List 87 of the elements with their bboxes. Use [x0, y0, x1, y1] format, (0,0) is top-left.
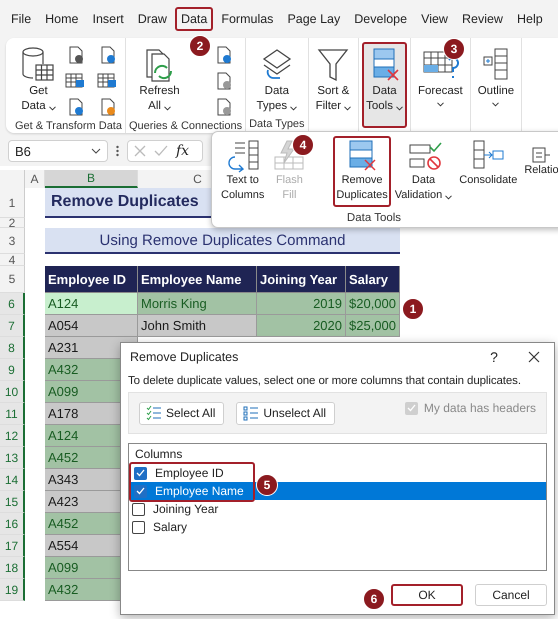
row-number: 1: [0, 188, 25, 218]
row-number: 3: [0, 228, 25, 254]
row-number: 2: [0, 218, 25, 228]
document-icon: [66, 98, 85, 116]
column-heading: Joining Year: [257, 266, 346, 293]
row-number: 13: [0, 447, 25, 469]
more-icon[interactable]: [116, 145, 119, 157]
row-number: 17: [0, 535, 25, 557]
row-number: 10: [0, 381, 25, 403]
checkbox[interactable]: [132, 520, 145, 534]
check-icon[interactable]: [154, 145, 168, 157]
table-icon: [96, 72, 119, 90]
document-icon: [214, 98, 233, 116]
column-header[interactable]: B: [45, 170, 138, 188]
group-label: Data Types: [249, 118, 305, 132]
ribbon-button[interactable]: Data Types: [252, 42, 302, 118]
table-cell: 2019: [257, 293, 346, 315]
column-heading: Employee ID: [45, 266, 138, 293]
row-number: 11: [0, 403, 25, 425]
ribbon-button[interactable]: Remove Duplicates: [333, 136, 391, 207]
ribbon-button[interactable]: Get Data: [17, 42, 60, 118]
table-icon: [64, 72, 87, 90]
column-header[interactable]: A: [25, 170, 45, 188]
menu-tab[interactable]: Data: [174, 7, 214, 31]
row-number: 8: [0, 337, 25, 359]
ribbon-button[interactable]: Sort & Filter: [312, 42, 356, 118]
menu-tab[interactable]: Home: [39, 7, 84, 31]
list-item[interactable]: Employee Name: [131, 482, 253, 500]
menu-tab[interactable]: Help: [510, 7, 549, 31]
column-heading: Employee Name: [138, 266, 257, 293]
caret-icon: [91, 148, 101, 154]
table-cell: John Smith: [138, 315, 257, 337]
row-number: 14: [0, 469, 25, 491]
select-all-button[interactable]: Select All: [139, 402, 224, 424]
row-number: 18: [0, 557, 25, 579]
row-number: 16: [0, 513, 25, 535]
cancel-button[interactable]: Cancel: [475, 584, 547, 606]
name-box[interactable]: B6: [8, 140, 108, 162]
table-cell: $25,000: [346, 315, 400, 337]
help-button[interactable]: ?: [474, 349, 514, 365]
document-icon: [98, 98, 117, 116]
ribbon-button[interactable]: Refresh All: [135, 42, 184, 118]
checkbox[interactable]: [134, 466, 147, 480]
menu-tab[interactable]: Page Lay: [281, 7, 346, 31]
menu-tab[interactable]: View: [415, 7, 454, 31]
document-icon: [214, 72, 233, 90]
document-icon: [214, 46, 233, 64]
column-heading: Salary: [346, 266, 400, 293]
list-icon: [243, 405, 260, 421]
menu-tab[interactable]: File: [5, 7, 38, 31]
ribbon-button[interactable]: Consolidate: [456, 136, 520, 192]
sheet-subtitle: Using Remove Duplicates Command: [45, 228, 400, 254]
ribbon-button[interactable]: Relatio: [521, 136, 558, 182]
group-label: Queries & Connections: [128, 120, 242, 133]
document-icon: [66, 46, 85, 64]
table-cell: A124: [45, 293, 138, 315]
menu-tab[interactable]: Insert: [86, 7, 130, 31]
menu-tab[interactable]: Draw: [132, 7, 173, 31]
step-badge: 1: [402, 298, 424, 320]
menu-tab[interactable]: Develope: [348, 7, 414, 31]
row-number: 19: [0, 579, 25, 601]
ribbon-button[interactable]: Data Tools: [362, 42, 407, 128]
row-number: 5: [0, 266, 25, 293]
table-cell: $20,000: [346, 293, 400, 315]
row-number: 4: [0, 254, 25, 266]
unselect-all-button[interactable]: Unselect All: [236, 402, 336, 424]
row-number: 9: [0, 359, 25, 381]
row-number: 6: [0, 293, 25, 315]
row-number: 12: [0, 425, 25, 447]
checkbox[interactable]: [134, 484, 147, 498]
group-label: Get & Transform Data: [15, 120, 122, 133]
insert-function-button[interactable]: fx: [176, 143, 190, 159]
close-icon: [528, 351, 540, 363]
ok-button[interactable]: OK: [391, 584, 463, 606]
checkbox-label: My data has headers: [424, 401, 536, 415]
row-number: 7: [0, 315, 25, 337]
relationships-icon: [532, 147, 550, 163]
menu-tab[interactable]: Formulas: [215, 7, 280, 31]
table-cell: Morris King: [138, 293, 257, 315]
table-cell: A054: [45, 315, 138, 337]
checklist-icon: [146, 405, 162, 421]
menu-tab[interactable]: Review: [456, 7, 509, 31]
document-icon: [98, 46, 117, 64]
checkbox[interactable]: [132, 502, 145, 516]
ribbon-button[interactable]: Outline: [474, 42, 518, 111]
row-number: 15: [0, 491, 25, 513]
table-cell: 2020: [257, 315, 346, 337]
